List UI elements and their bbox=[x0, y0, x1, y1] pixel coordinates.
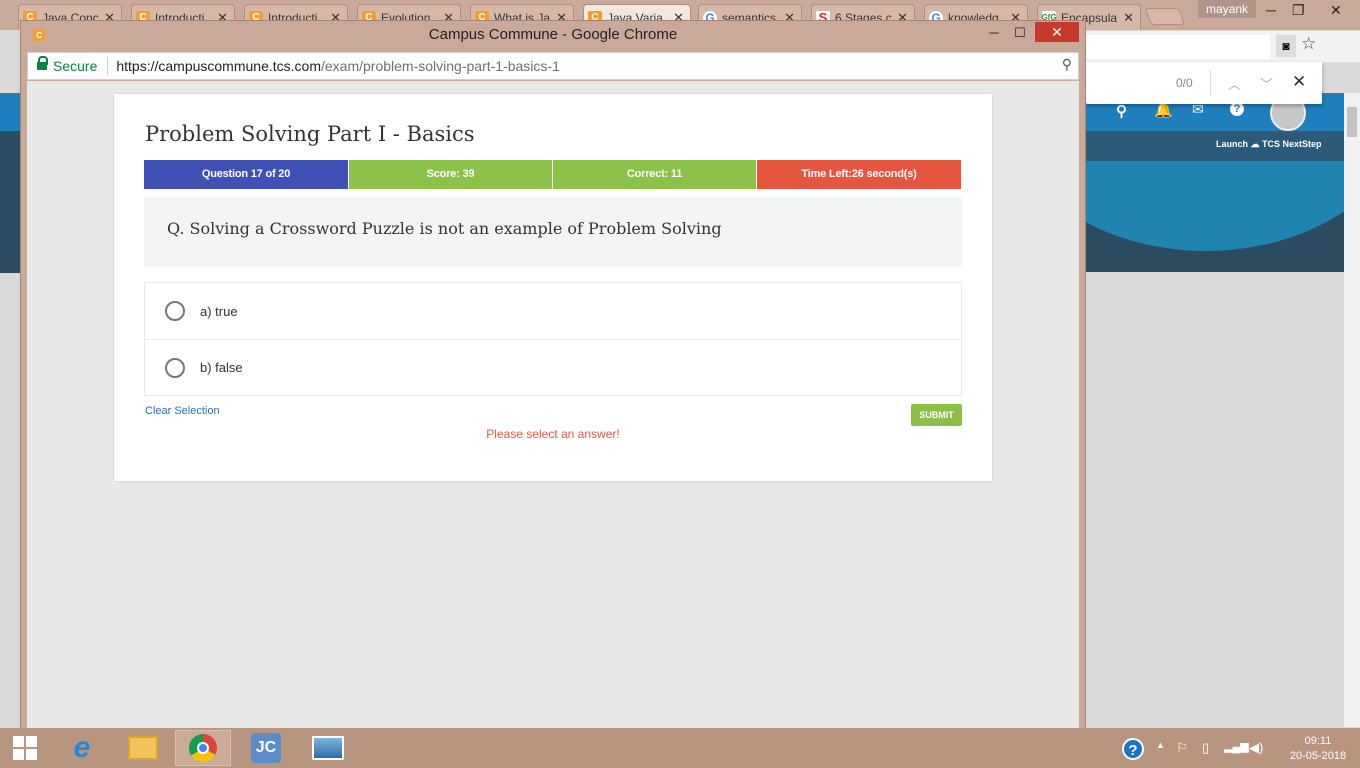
chrome-icon bbox=[189, 734, 217, 762]
page-title: Problem Solving Part I - Basics bbox=[145, 122, 475, 146]
correct-badge: Correct: 11 bbox=[553, 160, 757, 189]
clear-selection-link[interactable]: Clear Selection bbox=[145, 405, 220, 417]
start-button[interactable] bbox=[0, 730, 50, 766]
battery-icon[interactable]: ▯ bbox=[1202, 740, 1209, 756]
option-label: a) true bbox=[200, 303, 238, 319]
scrollbar[interactable] bbox=[1344, 93, 1360, 727]
find-count: 0/0 bbox=[1176, 76, 1193, 90]
ie-icon: e bbox=[73, 731, 91, 764]
option-b[interactable]: b) false bbox=[145, 339, 961, 395]
taskbar-photos[interactable] bbox=[300, 730, 356, 766]
close-icon[interactable]: ✕ bbox=[1330, 2, 1342, 19]
window-title: Campus Commune - Google Chrome bbox=[428, 26, 678, 43]
new-tab-button[interactable] bbox=[1144, 8, 1186, 25]
background-subnav: Launch ☁ TCS NextStep bbox=[1086, 131, 1344, 161]
close-button[interactable]: ✕ bbox=[1035, 22, 1079, 42]
chevron-up-icon[interactable]: ︿ bbox=[1228, 74, 1241, 93]
folder-icon bbox=[128, 736, 158, 760]
close-icon[interactable]: ✕ bbox=[1292, 72, 1306, 92]
taskbar-jcreator[interactable]: JC bbox=[238, 730, 294, 766]
volume-icon[interactable]: ◀) bbox=[1249, 740, 1263, 756]
taskbar-clock[interactable]: 09:11 20-05-2018 bbox=[1278, 734, 1358, 764]
zoom-icon[interactable]: ⚲ bbox=[1062, 56, 1072, 73]
options-list: a) true b) false bbox=[144, 282, 962, 396]
chevron-up-icon[interactable]: ▲ bbox=[1156, 740, 1165, 750]
divider bbox=[107, 57, 109, 75]
background-omnibox[interactable] bbox=[1086, 35, 1270, 59]
radio-button[interactable] bbox=[165, 301, 185, 321]
taskbar-explorer[interactable] bbox=[115, 730, 171, 766]
background-page-left bbox=[0, 93, 22, 273]
question-text: Q. Solving a Crossword Puzzle is not an … bbox=[167, 219, 722, 238]
launch-brand: TCS NextStep bbox=[1262, 139, 1322, 149]
score-badge: Score: 39 bbox=[349, 160, 553, 189]
url-path: /exam/problem-solving-part-1-basics-1 bbox=[321, 58, 560, 74]
option-label: b) false bbox=[200, 360, 243, 375]
status-bar: Question 17 of 20 Score: 39 Correct: 11 … bbox=[144, 160, 961, 189]
scrollbar-thumb[interactable] bbox=[1347, 107, 1357, 137]
star-icon[interactable]: ☆ bbox=[1301, 34, 1316, 54]
lock-icon bbox=[37, 56, 48, 70]
address-bar[interactable]: Secure https://campuscommune.tcs.com/exa… bbox=[27, 52, 1079, 80]
background-banner bbox=[1086, 161, 1344, 272]
jcreator-icon: JC bbox=[251, 733, 281, 763]
timer-badge: Time Left:26 second(s) bbox=[757, 160, 961, 189]
minimize-icon[interactable]: ─ bbox=[987, 23, 1001, 43]
option-a[interactable]: a) true bbox=[145, 283, 961, 339]
help-icon[interactable]: ? bbox=[1230, 102, 1244, 116]
launch-label: Launch bbox=[1216, 139, 1249, 149]
radio-button[interactable] bbox=[165, 357, 185, 378]
find-bar: 0/0 ︿ ﹀ ✕ bbox=[1086, 62, 1322, 104]
maximize-icon[interactable]: ☐ bbox=[1013, 23, 1027, 43]
help-icon[interactable]: ? bbox=[1122, 738, 1144, 760]
windows-icon bbox=[13, 736, 37, 760]
search-icon[interactable]: ⚲ bbox=[1116, 102, 1127, 120]
chevron-down-icon[interactable]: ﹀ bbox=[1260, 74, 1273, 93]
close-icon[interactable]: ✕ bbox=[1123, 10, 1134, 26]
profile-button[interactable]: mayank bbox=[1198, 0, 1256, 18]
taskbar-ie[interactable]: e bbox=[54, 730, 110, 766]
divider bbox=[1210, 70, 1211, 96]
find-icon[interactable]: ◙ bbox=[1276, 35, 1296, 57]
restore-icon[interactable]: ❐ bbox=[1292, 2, 1305, 19]
clock-date: 20-05-2018 bbox=[1289, 750, 1347, 762]
secure-label: Secure bbox=[53, 58, 98, 74]
signal-icon[interactable]: ▂▄▆ bbox=[1224, 740, 1249, 753]
submit-button[interactable]: SUBMIT bbox=[911, 404, 962, 426]
url-host: https://campuscommune.tcs.com bbox=[116, 58, 321, 74]
validation-message: Please select an answer! bbox=[486, 427, 620, 441]
minimize-icon[interactable]: ─ bbox=[1266, 2, 1276, 18]
flag-icon[interactable]: ⚐ bbox=[1176, 740, 1188, 756]
clock-time: 09:11 bbox=[1304, 735, 1332, 747]
question-box: Q. Solving a Crossword Puzzle is not an … bbox=[144, 197, 962, 267]
photo-icon bbox=[312, 736, 344, 760]
question-counter: Question 17 of 20 bbox=[144, 160, 349, 189]
taskbar-chrome[interactable] bbox=[175, 730, 231, 766]
launch-link[interactable]: Launch ☁ TCS NextStep bbox=[1216, 139, 1322, 150]
